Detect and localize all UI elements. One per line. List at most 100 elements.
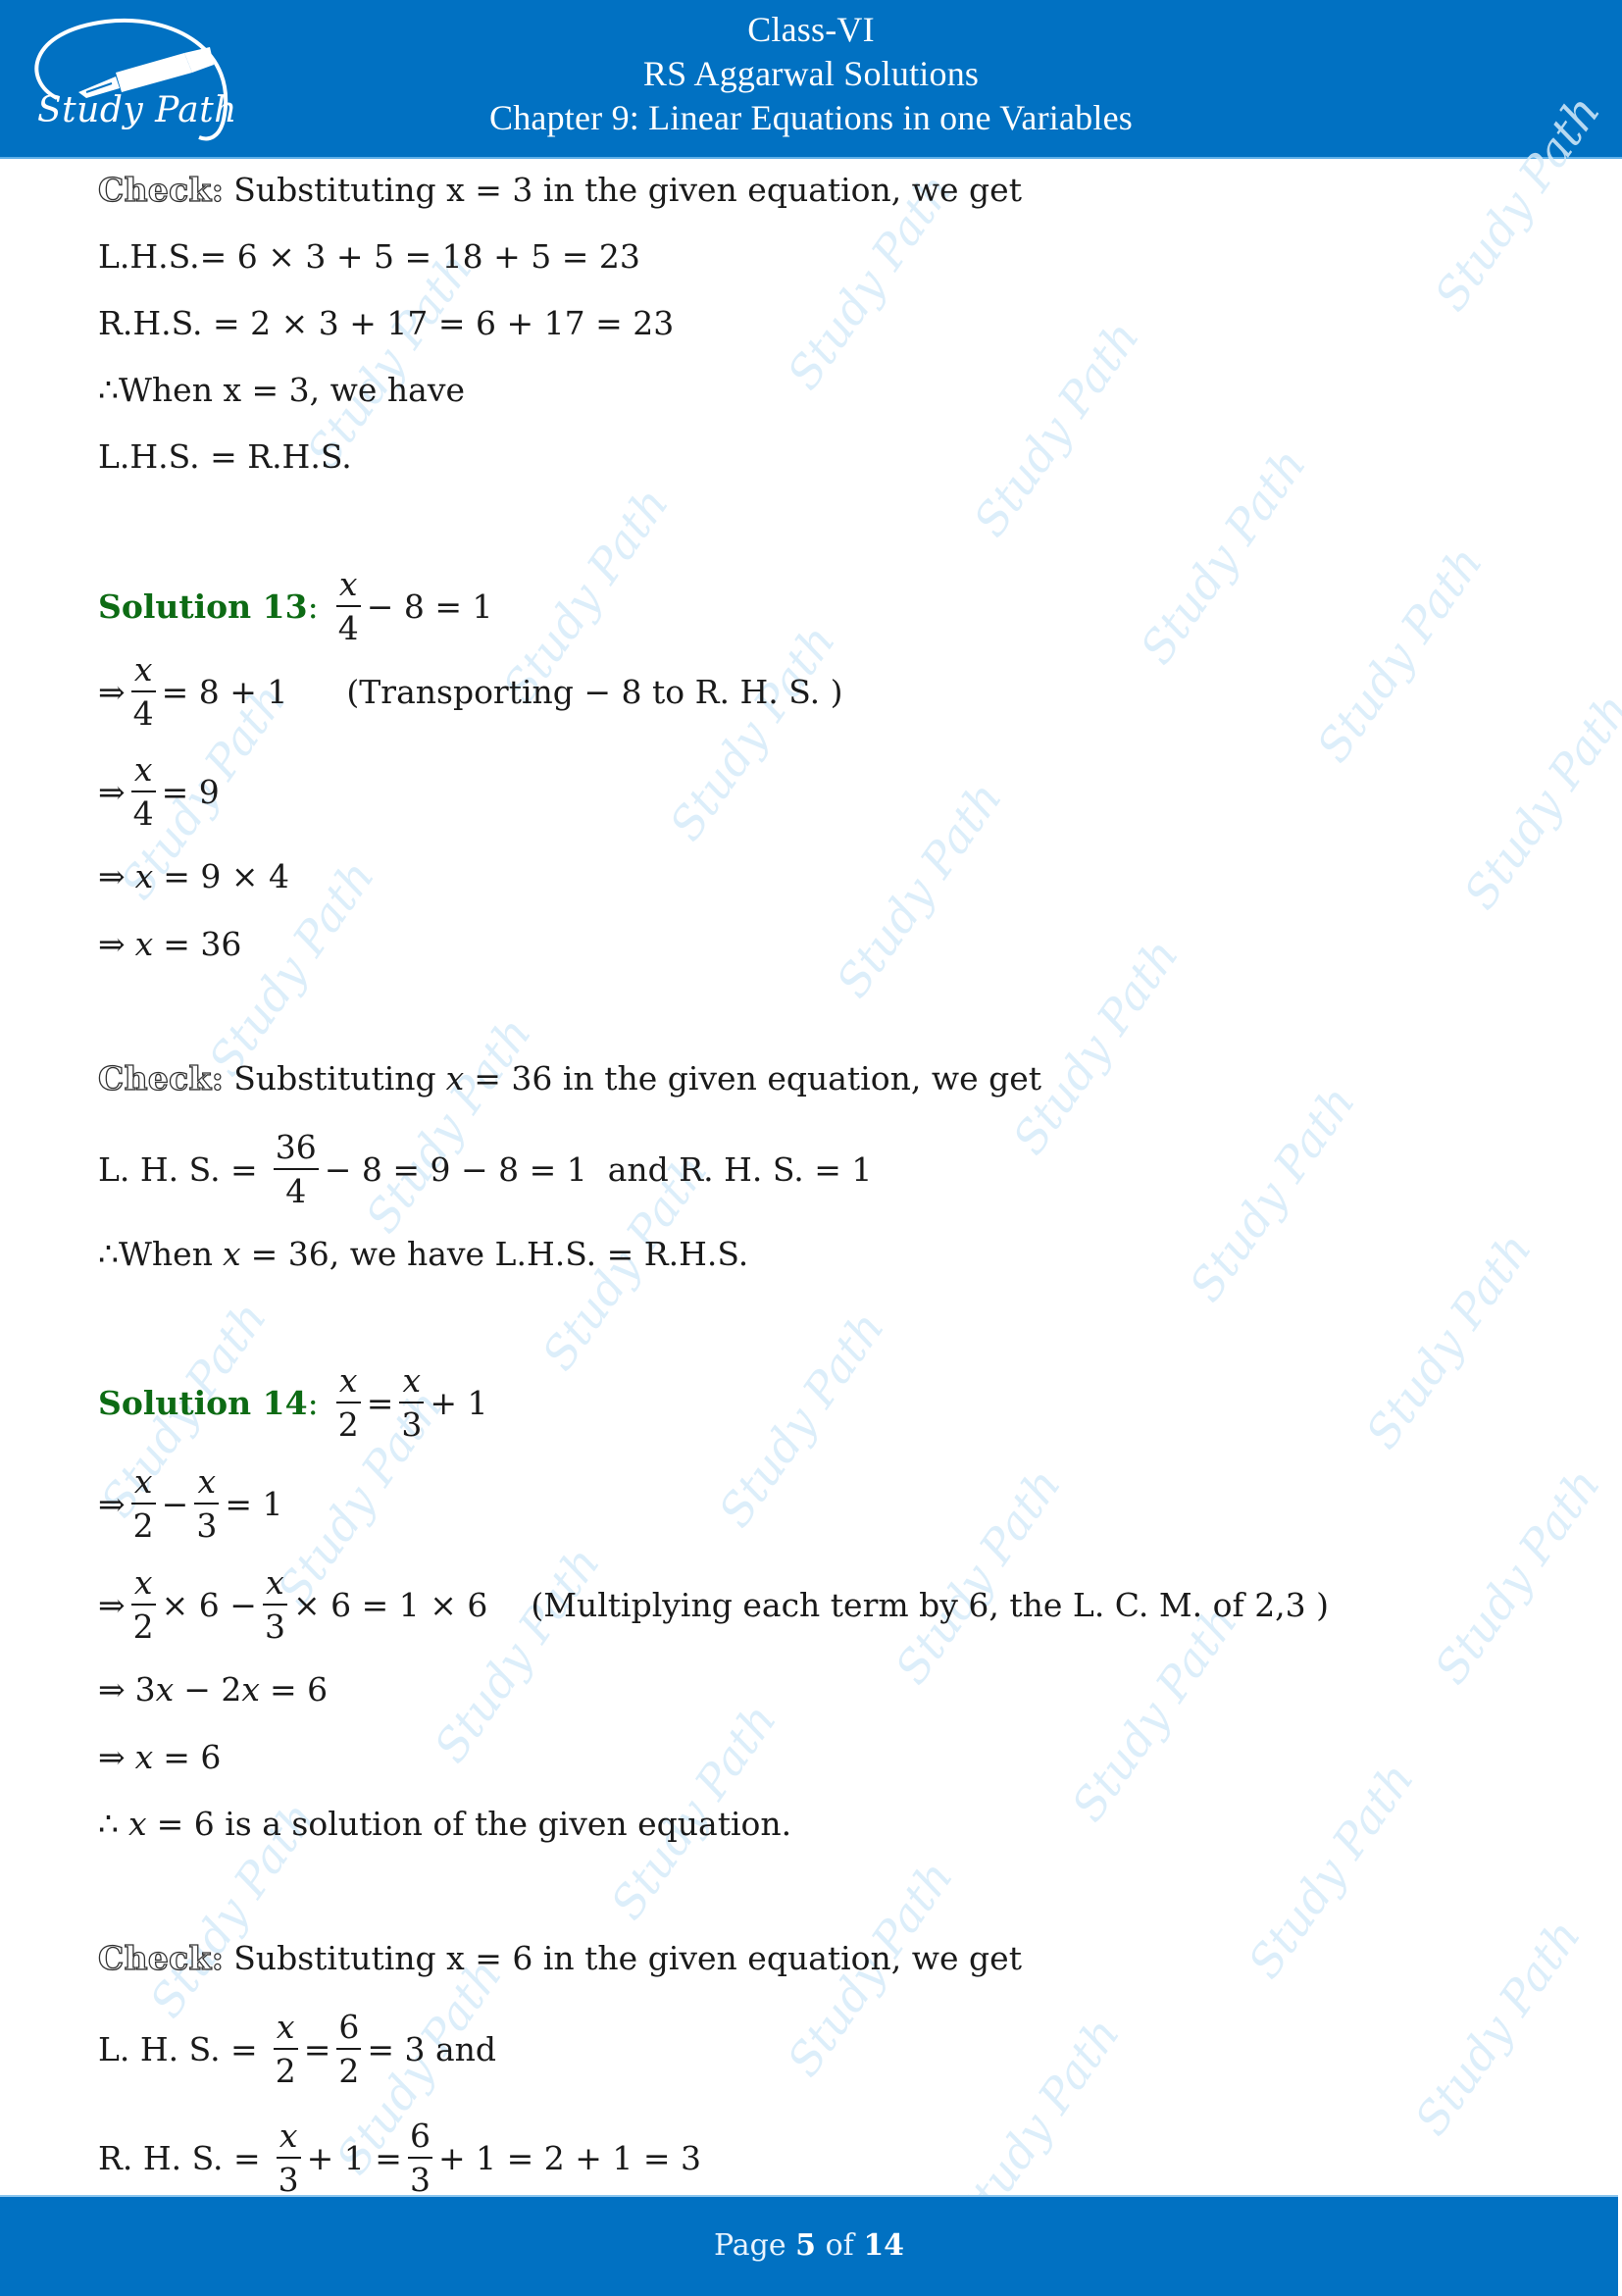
- check-label: Check:: [97, 1938, 225, 1977]
- equation-rest: − 8 = 9 − 8 = 1 and R. H. S. = 1: [324, 1149, 873, 1189]
- check-text: Substituting: [233, 1058, 436, 1097]
- denominator: 3: [409, 2161, 431, 2199]
- equation-rest: = 1: [225, 1484, 283, 1523]
- solution-label: Solution 14: [98, 1383, 308, 1422]
- implies-symbol: ⇒: [98, 672, 126, 711]
- equation-rest: = 3 and: [367, 2029, 497, 2068]
- solution-13-step-1: ⇒ x 4 = 8 + 1 (Transporting − 8 to R. H.…: [98, 653, 843, 730]
- implies-symbol: ⇒: [98, 924, 126, 963]
- implies-symbol: ⇒: [98, 1669, 126, 1709]
- rhs-label: R. H. S. =: [98, 2138, 261, 2177]
- variable: x: [445, 1058, 465, 1097]
- page-of: of: [825, 2228, 854, 2263]
- fraction-bar: [130, 1604, 156, 1606]
- fraction: x 3: [276, 2119, 301, 2199]
- implies-symbol: ⇒: [98, 856, 126, 895]
- solution-colon: :: [307, 1383, 319, 1422]
- solution-14-heading: Solution 14 : x 2 = x 3 + 1: [98, 1364, 488, 1441]
- equation-rest: × 6 = 1 × 6: [292, 1585, 488, 1624]
- denominator: 4: [285, 1172, 307, 1210]
- check-12-when: ∴When x = 3, we have: [98, 360, 465, 419]
- implies-symbol: ⇒: [98, 1737, 126, 1776]
- implies-symbol: ⇒: [98, 1484, 126, 1523]
- check-text: = 36 in the given equation, we get: [474, 1058, 1042, 1097]
- solution-13-step-3: ⇒ x = 9 × 4: [98, 846, 289, 905]
- numerator: x: [276, 2008, 295, 2046]
- check-text: Substituting x = 3 in the given equation…: [233, 170, 1022, 209]
- fraction: x 3: [262, 1563, 287, 1646]
- denominator: 4: [337, 609, 359, 647]
- solution-label: Solution 13: [98, 587, 308, 626]
- numerator: 6: [409, 2117, 431, 2155]
- equation-rest: = 9: [161, 772, 220, 811]
- solution-13-heading: Solution 13 : x 4 − 8 = 1: [98, 568, 492, 644]
- fraction-bar: [130, 690, 156, 692]
- fraction: x 4: [130, 650, 156, 733]
- check-12-lhs: L.H.S.= 6 × 3 + 5 = 18 + 5 = 23: [98, 227, 640, 285]
- fraction: x 3: [194, 1462, 220, 1545]
- total-pages: 14: [863, 2228, 905, 2263]
- numerator: x: [197, 1462, 217, 1501]
- check-13-intro: Check: Substituting x = 36 in the given …: [97, 1048, 1042, 1107]
- fraction: 6 2: [336, 2011, 362, 2087]
- fraction-bar: [130, 791, 156, 792]
- fraction-bar: [407, 2157, 432, 2159]
- denominator: 3: [196, 1506, 218, 1545]
- check-14-rhs: R. H. S. = x 3 + 1 = 6 3 + 1 = 2 + 1 = 3: [98, 2119, 701, 2196]
- check-12-intro: Check: Substituting x = 3 in the given e…: [97, 160, 1022, 219]
- solution-14-step-2: ⇒ x 2 × 6 − x 3 × 6 = 1 × 6 (Multiplying…: [98, 1566, 1329, 1643]
- fraction: x 2: [130, 1566, 156, 1646]
- numerator: x: [266, 1563, 284, 1602]
- variable: x: [128, 1804, 147, 1843]
- denominator: 3: [401, 1405, 423, 1444]
- solution-14-conclusion: ∴ x = 6 is a solution of the given equat…: [98, 1794, 791, 1853]
- fraction: x 2: [335, 1364, 361, 1441]
- variable: x: [222, 1234, 241, 1273]
- fraction-bar: [262, 1604, 287, 1606]
- fraction-bar: [273, 1168, 319, 1170]
- lhs-label: L. H. S. =: [98, 1149, 258, 1189]
- check-12-rhs: R.H.S. = 2 × 3 + 17 = 6 + 17 = 23: [98, 293, 674, 352]
- fraction-bar: [194, 1503, 220, 1505]
- implies-symbol: ⇒: [98, 1585, 126, 1624]
- fraction: x 2: [130, 1462, 156, 1545]
- denominator: 2: [132, 1506, 154, 1545]
- fraction-bar: [335, 1402, 361, 1403]
- numerator: 36: [275, 1128, 317, 1166]
- solution-colon: :: [307, 587, 319, 626]
- variable: x: [155, 1669, 175, 1709]
- equation-rest: = 9 × 4: [163, 856, 290, 895]
- fraction-bar: [130, 1503, 156, 1505]
- fraction: 6 3: [407, 2117, 432, 2199]
- solution-content: Check: Substituting x = 3 in the given e…: [0, 0, 1622, 2294]
- denominator: 4: [132, 794, 154, 833]
- check-label: Check:: [97, 170, 225, 209]
- fraction-bar: [336, 2048, 362, 2050]
- denominator: 4: [132, 694, 154, 733]
- equation-middle: − 2: [183, 1669, 242, 1709]
- numerator: x: [133, 1462, 153, 1501]
- check-14-intro: Check: Substituting x = 6 in the given e…: [97, 1928, 1022, 1987]
- solution-14-step-3: ⇒ 3 x − 2 x = 6: [98, 1659, 328, 1718]
- denominator: 3: [264, 1607, 285, 1646]
- numerator: x: [133, 650, 153, 689]
- equation-rest: = 8 + 1: [161, 672, 288, 711]
- denominator: 2: [275, 2052, 296, 2090]
- minus-sign: −: [161, 1484, 189, 1523]
- denominator: 3: [278, 2161, 299, 2199]
- check-13-conclusion: ∴When x = 36, we have L.H.S. = R.H.S.: [98, 1224, 748, 1283]
- variable: x: [134, 856, 154, 895]
- denominator: 2: [132, 1607, 154, 1646]
- equals-sign: =: [366, 1383, 394, 1422]
- fraction: x 4: [335, 565, 361, 647]
- fraction-bar: [273, 2048, 298, 2050]
- equation-rest: = 6: [163, 1737, 222, 1776]
- page-indicator: Page 5 of 14: [0, 2228, 1618, 2263]
- equation-middle: × 6 −: [161, 1585, 257, 1624]
- step-note: (Transporting − 8 to R. H. S. ): [346, 672, 843, 711]
- rhs-text: R.H.S. = 2 × 3 + 17 = 6 + 17 = 23: [98, 303, 675, 342]
- numerator: x: [338, 565, 358, 603]
- conclusion-text: L.H.S. = R.H.S.: [98, 436, 352, 476]
- lhs-text: L.H.S.= 6 × 3 + 5 = 18 + 5 = 23: [98, 236, 640, 276]
- check-label: Check:: [97, 1058, 225, 1097]
